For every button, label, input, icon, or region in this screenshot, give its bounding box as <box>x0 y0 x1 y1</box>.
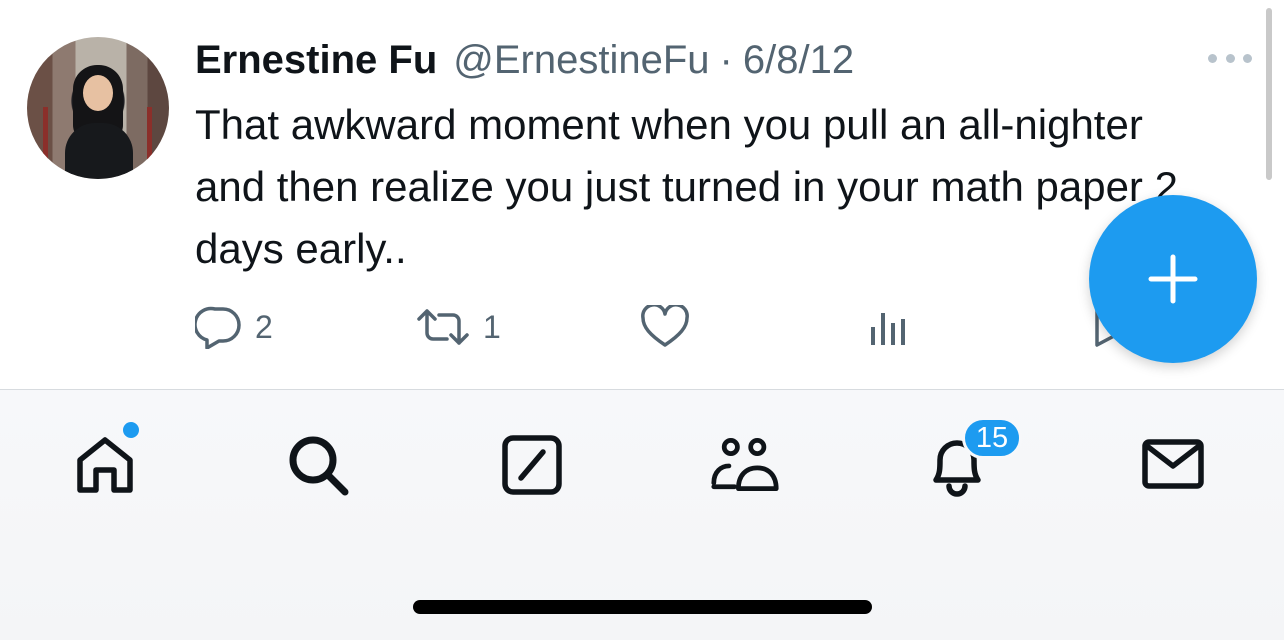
home-unread-dot <box>121 420 141 440</box>
bottom-navigation: 15 <box>0 389 1284 640</box>
home-indicator[interactable] <box>413 600 872 614</box>
communities-icon <box>711 438 779 492</box>
mail-icon <box>1142 439 1204 489</box>
search-icon <box>289 436 349 496</box>
nav-search[interactable] <box>283 430 353 500</box>
avatar[interactable] <box>27 37 169 179</box>
header-separator: · <box>719 37 733 82</box>
reply-icon <box>195 306 241 349</box>
scrollbar[interactable] <box>1266 8 1272 180</box>
more-options-icon[interactable] <box>1208 52 1252 64</box>
retweet-button[interactable]: 1 <box>415 305 501 349</box>
nav-home[interactable] <box>70 430 140 500</box>
nav-grok[interactable] <box>497 430 567 500</box>
nav-communities[interactable] <box>710 430 780 500</box>
views-button[interactable] <box>867 305 911 349</box>
reply-count: 2 <box>255 308 273 345</box>
like-button[interactable] <box>640 305 690 349</box>
author-handle[interactable]: @ErnestineFu <box>453 38 709 83</box>
heart-icon <box>641 305 689 347</box>
retweet-icon <box>417 309 469 345</box>
tweet[interactable]: Ernestine Fu @ErnestineFu · 6/8/12 That … <box>0 0 1284 389</box>
plus-icon <box>1148 254 1198 304</box>
home-icon <box>77 437 133 493</box>
avatar-background-detail <box>147 107 152 167</box>
notifications-badge: 15 <box>962 417 1022 459</box>
compose-tweet-button[interactable] <box>1089 195 1257 363</box>
retweet-count: 1 <box>483 308 501 345</box>
avatar-coat <box>65 123 133 179</box>
tweet-header: Ernestine Fu @ErnestineFu · 6/8/12 <box>195 36 854 84</box>
nav-messages[interactable] <box>1137 430 1207 500</box>
tweet-text: That awkward moment when you pull an all… <box>195 101 1178 272</box>
views-chart-icon <box>871 313 905 345</box>
author-name[interactable]: Ernestine Fu <box>195 38 437 83</box>
reply-button[interactable]: 2 <box>195 305 273 349</box>
grok-icon <box>502 435 562 495</box>
tweet-date[interactable]: 6/8/12 <box>743 38 854 83</box>
avatar-background-detail <box>43 107 48 167</box>
avatar-face <box>83 75 113 111</box>
